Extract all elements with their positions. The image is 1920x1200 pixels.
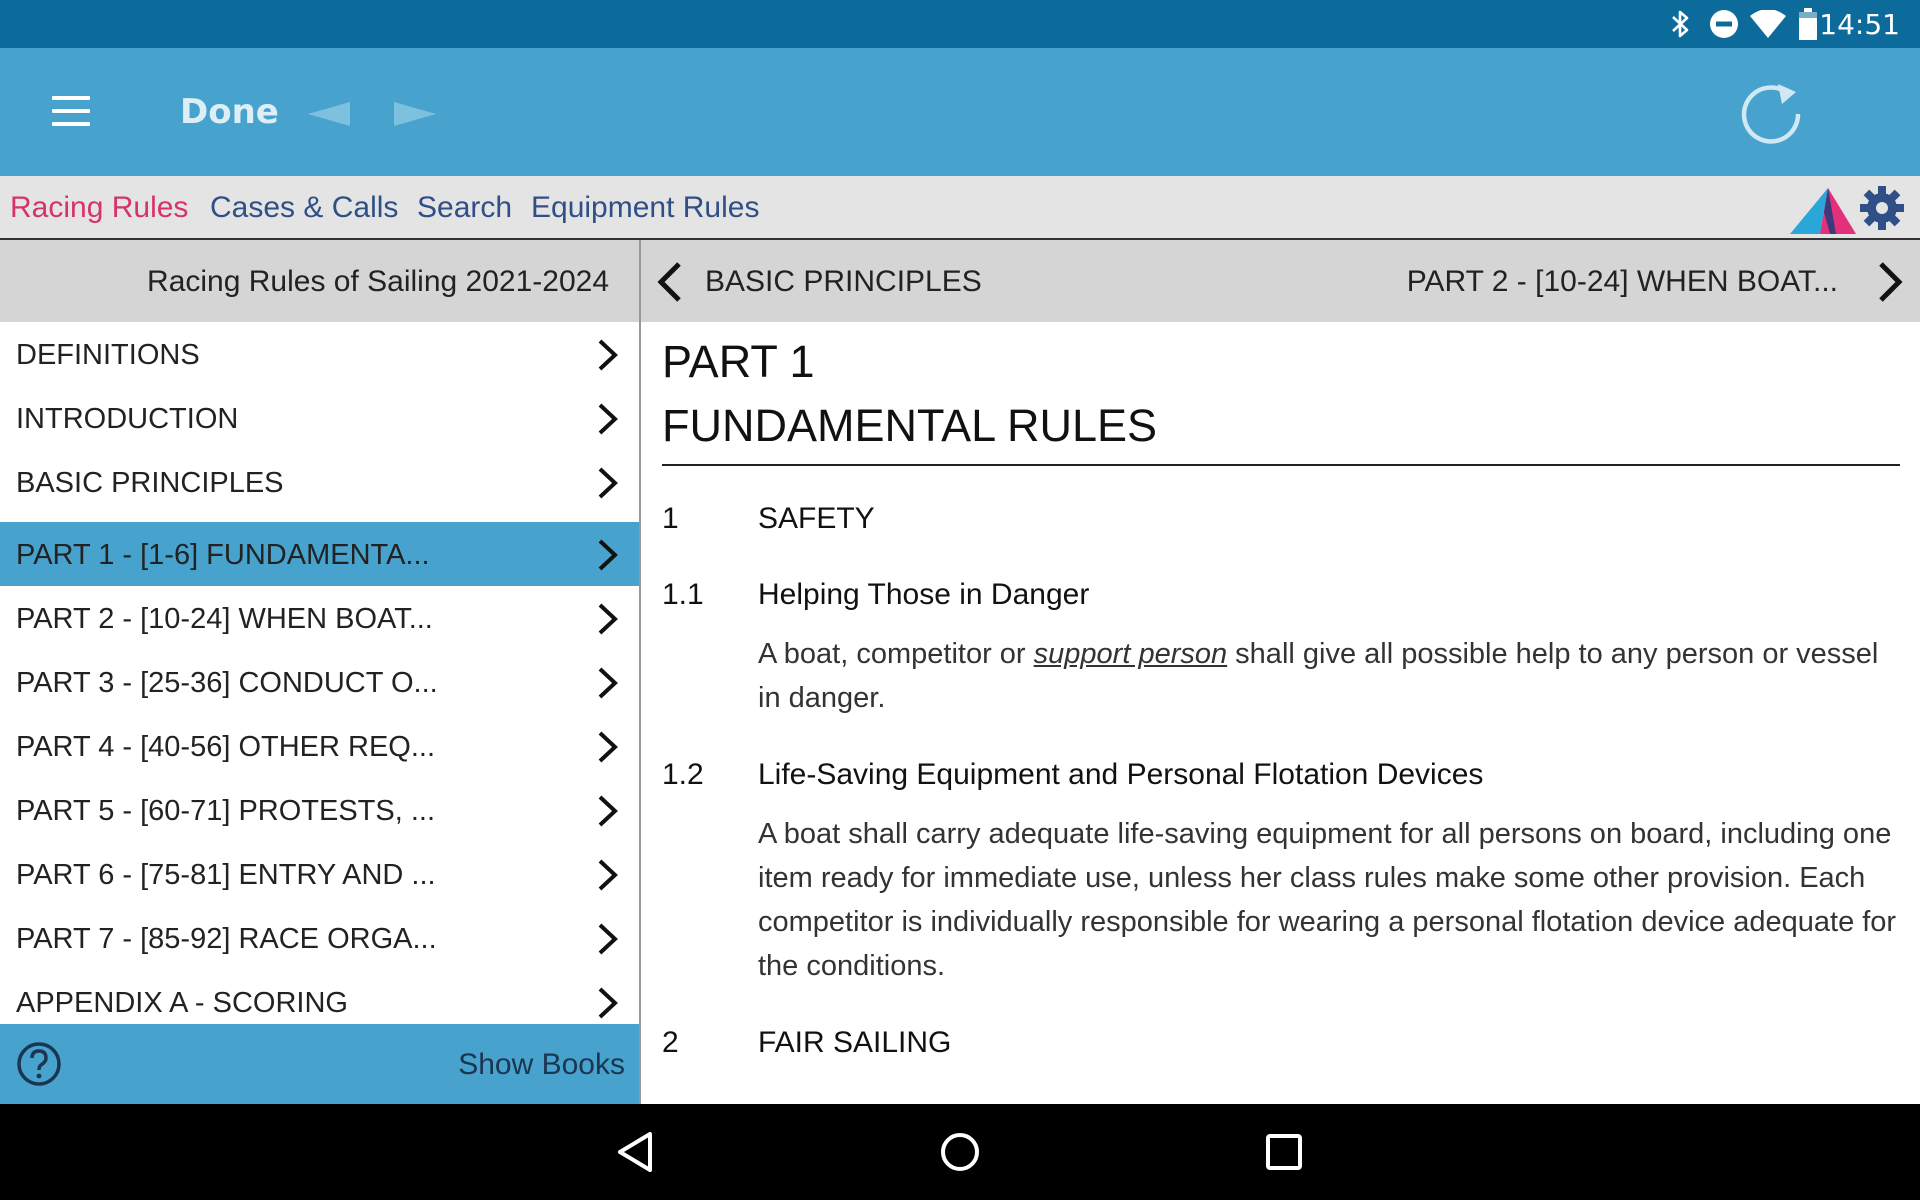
- content-panel: BASIC PRINCIPLES PART 2 - [10-24] WHEN B…: [641, 240, 1920, 1104]
- tab-bar: Racing Rules Cases & Calls Search Equipm…: [0, 176, 1920, 240]
- toc-item-label: BASIC PRINCIPLES: [16, 467, 284, 499]
- chevron-right-icon[interactable]: [1875, 260, 1905, 304]
- rule-heading: Helping Those in Danger: [758, 578, 1090, 611]
- do-not-disturb-icon: [1708, 8, 1740, 40]
- chevron-right-icon: [598, 403, 618, 435]
- done-button[interactable]: Done: [168, 76, 291, 148]
- chevron-right-icon: [598, 731, 618, 763]
- rule-number: 1: [662, 502, 679, 535]
- recents-square-icon[interactable]: [1254, 1122, 1314, 1182]
- chevron-right-icon: [598, 795, 618, 827]
- toc-item-label: PART 5 - [60-71] PROTESTS, ...: [16, 795, 436, 827]
- tab-search[interactable]: Search: [417, 176, 512, 238]
- panel-footer: Show Books: [0, 1024, 639, 1104]
- toc-item-label: DEFINITIONS: [16, 339, 200, 371]
- rule-number: 1.2: [662, 758, 704, 791]
- menu-icon[interactable]: [40, 88, 104, 136]
- rule-heading: Life-Saving Equipment and Personal Flota…: [758, 758, 1484, 791]
- action-bar: Done: [0, 48, 1920, 176]
- rule-number: 2: [662, 1026, 679, 1059]
- chevron-right-icon: [598, 603, 618, 635]
- part-number: PART 1: [662, 336, 815, 387]
- content-nav-header: BASIC PRINCIPLES PART 2 - [10-24] WHEN B…: [641, 240, 1920, 322]
- chevron-left-icon[interactable]: [655, 260, 685, 304]
- back-arrow-icon[interactable]: [304, 94, 354, 134]
- rule-text-segment: A boat, competitor or: [758, 638, 1034, 670]
- toc-item-label: PART 1 - [1-6] FUNDAMENTA...: [16, 539, 430, 571]
- chevron-right-icon: [598, 859, 618, 891]
- back-triangle-icon[interactable]: [606, 1122, 666, 1182]
- part-title: FUNDAMENTAL RULES: [662, 400, 1158, 451]
- system-navigation-bar: [0, 1104, 1920, 1200]
- tab-racing-rules[interactable]: Racing Rules: [10, 176, 188, 238]
- toc-item-part-6[interactable]: PART 6 - [75-81] ENTRY AND ...: [0, 842, 639, 906]
- forward-arrow-icon[interactable]: [390, 94, 440, 134]
- chevron-right-icon: [598, 923, 618, 955]
- wifi-icon: [1748, 8, 1788, 40]
- tab-cases-calls[interactable]: Cases & Calls: [210, 176, 398, 238]
- definition-link[interactable]: support person: [1034, 638, 1227, 670]
- toc-item-part-1[interactable]: PART 1 - [1-6] FUNDAMENTA...: [0, 522, 639, 586]
- sail-logo-icon: [1790, 182, 1856, 236]
- toc-item-definitions[interactable]: DEFINITIONS: [0, 322, 639, 386]
- toc-item-part-3[interactable]: PART 3 - [25-36] CONDUCT O...: [0, 650, 639, 714]
- divider: [662, 464, 1900, 466]
- rule-number: 1.1: [662, 578, 704, 611]
- toc-item-label: INTRODUCTION: [16, 403, 239, 435]
- toc-item-part-4[interactable]: PART 4 - [40-56] OTHER REQ...: [0, 714, 639, 778]
- toc-item-label: PART 4 - [40-56] OTHER REQ...: [16, 731, 436, 763]
- toc-item-basic-principles[interactable]: BASIC PRINCIPLES: [0, 450, 639, 514]
- home-circle-icon[interactable]: [930, 1122, 990, 1182]
- toc-item-label: PART 3 - [25-36] CONDUCT O...: [16, 667, 438, 699]
- toc-item-part-2[interactable]: PART 2 - [10-24] WHEN BOAT...: [0, 586, 639, 650]
- chevron-right-icon: [598, 987, 618, 1019]
- toc-item-introduction[interactable]: INTRODUCTION: [0, 386, 639, 450]
- help-icon[interactable]: [16, 1041, 62, 1087]
- toc-item-appendix-a[interactable]: APPENDIX A - SCORING: [0, 970, 639, 1024]
- rule-heading: SAFETY: [758, 502, 875, 535]
- tab-equipment-rules[interactable]: Equipment Rules: [531, 176, 759, 238]
- toc-item-part-5[interactable]: PART 5 - [60-71] PROTESTS, ...: [0, 778, 639, 842]
- chevron-right-icon: [598, 467, 618, 499]
- next-section-link[interactable]: PART 2 - [10-24] WHEN BOAT...: [1407, 240, 1838, 322]
- book-header: Racing Rules of Sailing 2021-2024: [0, 240, 639, 322]
- toc-item-part-7[interactable]: PART 7 - [85-92] RACE ORGA...: [0, 906, 639, 970]
- chevron-right-icon: [598, 339, 618, 371]
- chevron-right-icon: [598, 539, 618, 571]
- battery-icon: [1796, 8, 1820, 40]
- rule-heading: FAIR SAILING: [758, 1026, 952, 1059]
- toc-item-label: PART 2 - [10-24] WHEN BOAT...: [16, 603, 433, 635]
- toc-item-label: PART 6 - [75-81] ENTRY AND ...: [16, 859, 436, 891]
- gear-icon[interactable]: [1858, 184, 1906, 232]
- book-title: Racing Rules of Sailing 2021-2024: [147, 265, 609, 298]
- bluetooth-icon: [1668, 8, 1694, 40]
- rule-text: A boat, competitor or support person sha…: [758, 632, 1908, 720]
- table-of-contents-panel: Racing Rules of Sailing 2021-2024 DEFINI…: [0, 240, 641, 1104]
- rule-text: A boat shall carry adequate life-saving …: [758, 818, 1897, 982]
- chevron-right-icon: [598, 667, 618, 699]
- clock: 14:51: [1819, 8, 1900, 41]
- show-books-button[interactable]: Show Books: [458, 1024, 625, 1104]
- toc-item-label: PART 7 - [85-92] RACE ORGA...: [16, 923, 437, 955]
- toc-item-label: APPENDIX A - SCORING: [16, 987, 348, 1019]
- refresh-icon[interactable]: [1736, 78, 1806, 148]
- status-bar: 14:51: [0, 0, 1920, 48]
- previous-section-link[interactable]: BASIC PRINCIPLES: [705, 240, 982, 322]
